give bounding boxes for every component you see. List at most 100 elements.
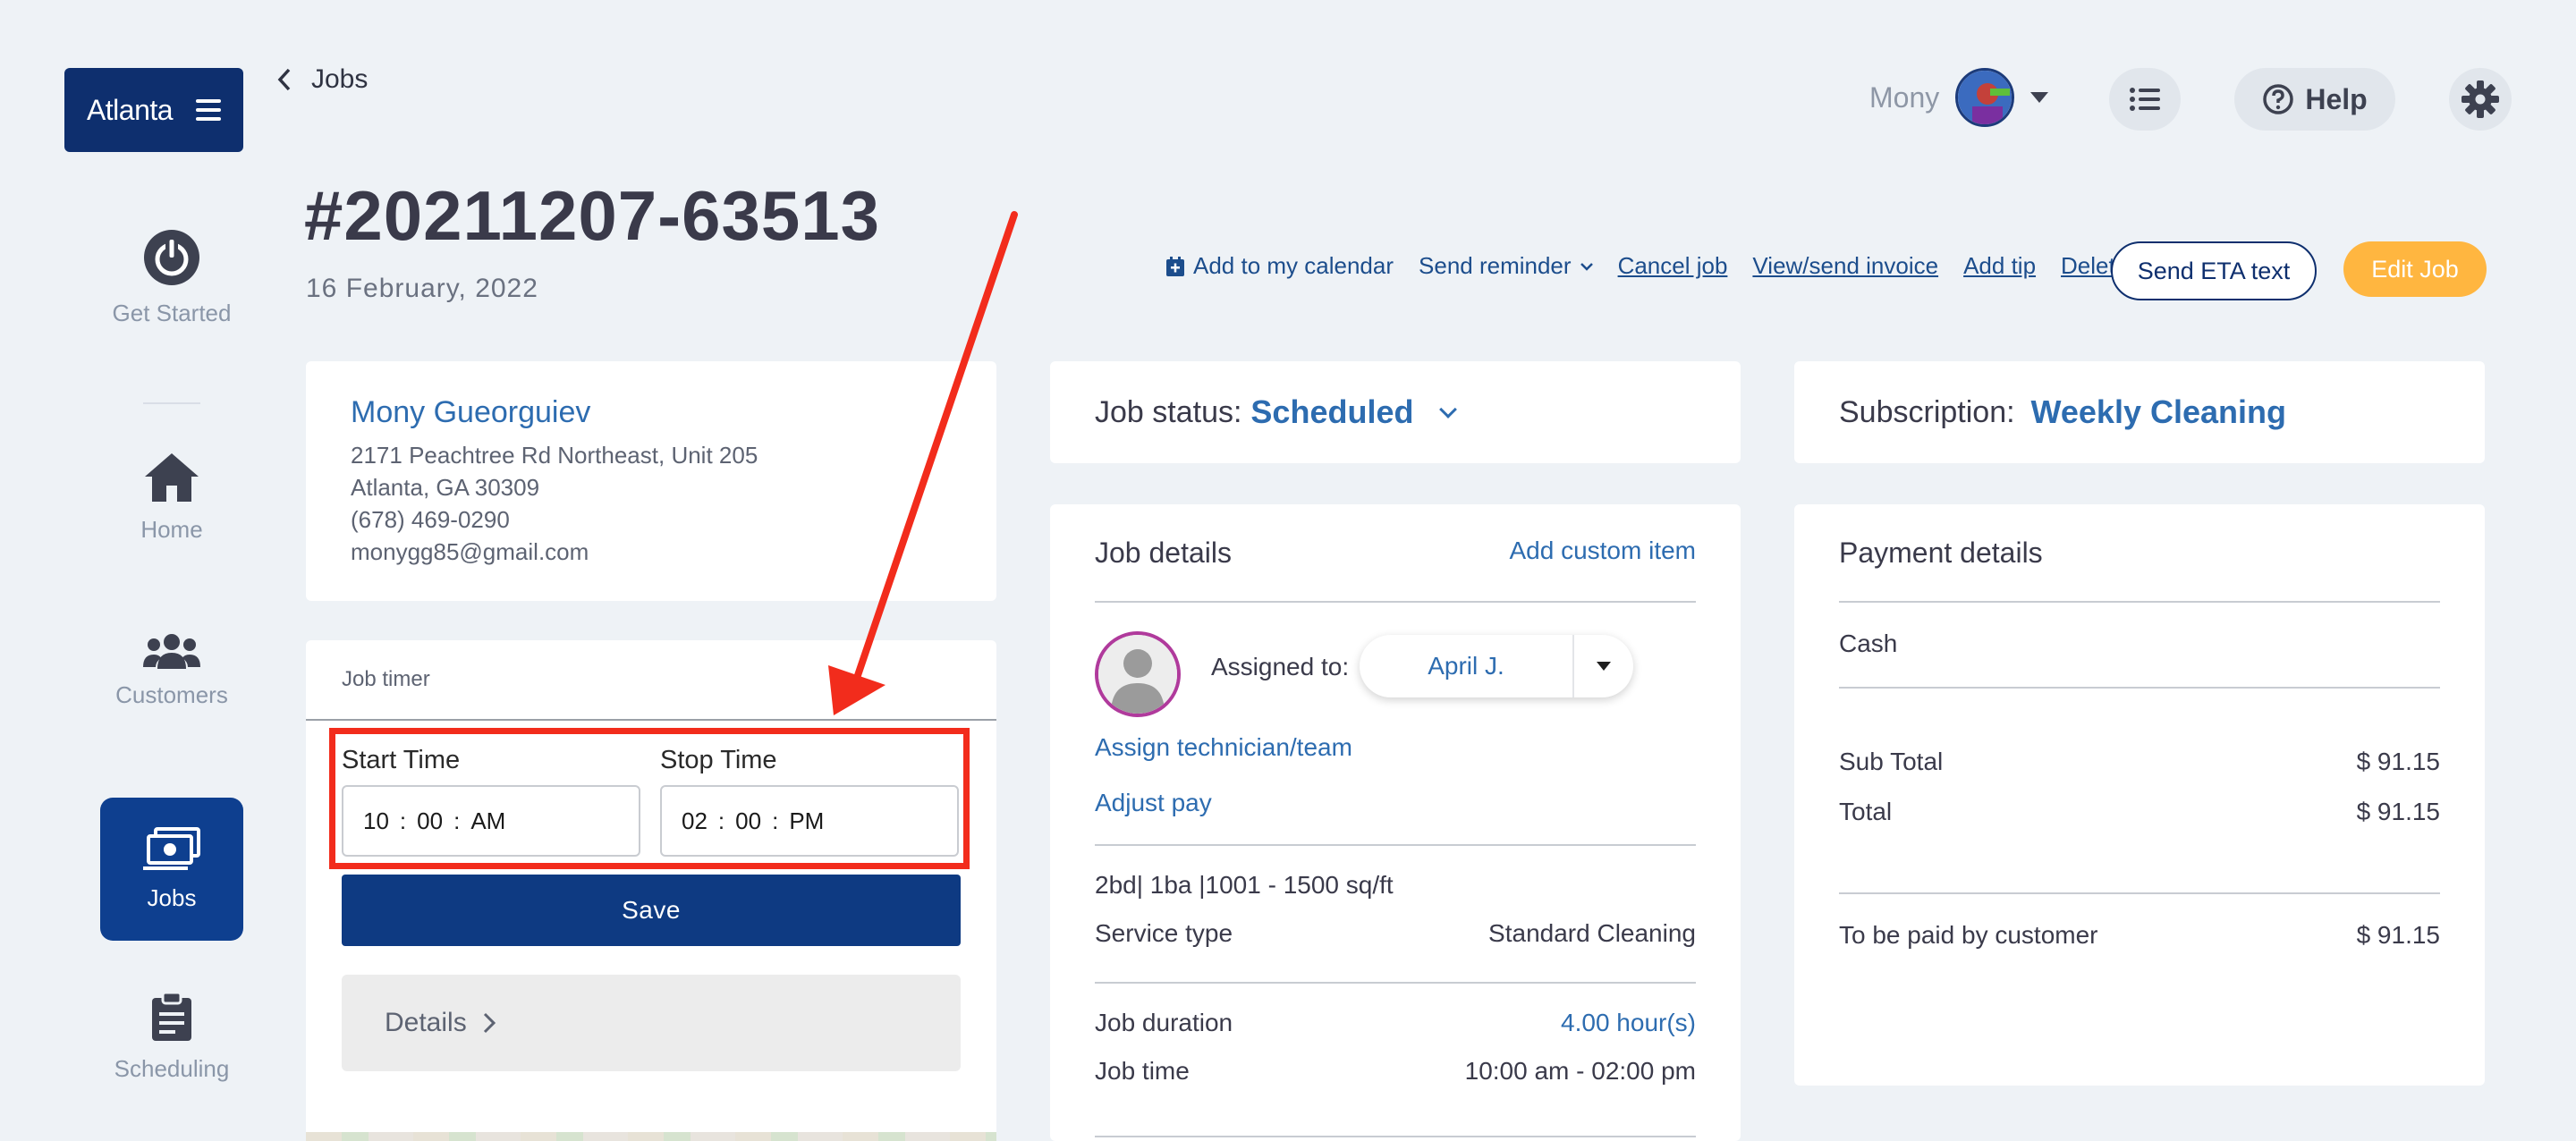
- sidebar-item-label: Home: [140, 515, 203, 543]
- customer-email: monygg85@gmail.com: [351, 538, 589, 565]
- hamburger-icon: [196, 99, 222, 121]
- divider: [1095, 601, 1696, 603]
- map-preview: [306, 1132, 996, 1141]
- add-tip-link[interactable]: Add tip: [1963, 252, 2036, 280]
- subscription-row: Subscription: Weekly Cleaning: [1839, 393, 2286, 431]
- assign-technician-link[interactable]: Assign technician/team: [1095, 733, 1352, 762]
- help-button[interactable]: Help: [2234, 68, 2395, 131]
- stop-time-input[interactable]: 02: 00: PM: [660, 785, 959, 857]
- sidebar-item-home[interactable]: Home: [100, 426, 243, 569]
- sidebar-item-label: Get Started: [112, 299, 232, 326]
- money-icon: [143, 826, 200, 870]
- add-custom-item-link[interactable]: Add custom item: [1509, 537, 1696, 565]
- job-date: 16 February, 2022: [306, 274, 538, 303]
- customer-address-line2: Atlanta, GA 30309: [351, 474, 540, 501]
- service-type-label: Service type: [1095, 919, 1233, 947]
- send-eta-button[interactable]: Send ETA text: [2111, 241, 2317, 300]
- assignee-dropdown-toggle[interactable]: [1572, 635, 1633, 697]
- technician-avatar: [1095, 631, 1181, 717]
- start-time-ampm[interactable]: AM: [470, 807, 505, 835]
- job-time-label: Job time: [1095, 1057, 1190, 1085]
- assignee-name: April J.: [1428, 652, 1504, 680]
- back-to-jobs-link[interactable]: Jobs: [277, 64, 368, 95]
- subtotal-row: Sub Total $ 91.15: [1839, 748, 2440, 776]
- start-time-minute[interactable]: 00: [417, 807, 443, 835]
- time-separator: :: [399, 807, 407, 834]
- divider: [1095, 844, 1696, 846]
- brand-name: Atlanta: [86, 93, 174, 126]
- user-name: Mony: [1869, 80, 1940, 114]
- sidebar-item-get-started[interactable]: Get Started: [100, 206, 243, 349]
- sidebar-item-label: Customers: [115, 680, 228, 708]
- subscription-value[interactable]: Weekly Cleaning: [2031, 393, 2286, 431]
- customer-card: Mony Gueorguiev 2171 Peachtree Rd Northe…: [306, 361, 996, 601]
- payment-method: Cash: [1839, 630, 1898, 657]
- job-status-dropdown[interactable]: Job status: Scheduled: [1095, 393, 1458, 431]
- job-duration-label: Job duration: [1095, 1009, 1233, 1036]
- divider: [1839, 601, 2440, 603]
- sidebar-item-customers[interactable]: Customers: [100, 599, 243, 742]
- sidebar-item-jobs[interactable]: Jobs: [100, 798, 243, 941]
- stop-time-minute[interactable]: 00: [735, 807, 761, 835]
- sidebar-divider: [143, 402, 200, 404]
- stop-time-ampm[interactable]: PM: [789, 807, 824, 835]
- start-time-input[interactable]: 10: 00: AM: [342, 785, 640, 857]
- time-separator: :: [453, 807, 461, 834]
- total-value: $ 91.15: [2356, 798, 2440, 825]
- calendar-icon: [1166, 256, 1184, 276]
- job-duration-row: Job duration 4.00 hour(s): [1095, 1009, 1696, 1037]
- add-to-calendar-link[interactable]: Add to my calendar: [1166, 252, 1394, 280]
- divider: [1095, 982, 1696, 984]
- details-label: Details: [385, 1008, 467, 1037]
- amount-due-row: To be paid by customer $ 91.15: [1839, 921, 2440, 950]
- list-view-button[interactable]: [2109, 68, 2181, 131]
- stop-time-hour[interactable]: 02: [682, 807, 708, 835]
- settings-button[interactable]: [2449, 68, 2512, 131]
- avatar: [1955, 68, 2015, 127]
- adjust-pay-link[interactable]: Adjust pay: [1095, 789, 1212, 817]
- customer-name-link[interactable]: Mony Gueorguiev: [351, 395, 590, 430]
- job-details-card: Job details Add custom item Assigned to:…: [1050, 504, 1741, 1141]
- list-icon: [2130, 88, 2160, 111]
- back-label: Jobs: [311, 64, 369, 94]
- job-actions: Add to my calendar Send reminder Cancel …: [1166, 252, 2165, 280]
- sidebar-item-label: Scheduling: [114, 1054, 230, 1082]
- user-menu[interactable]: Mony: [1869, 68, 2049, 127]
- divider: [306, 719, 996, 721]
- start-time-hour[interactable]: 10: [363, 807, 389, 835]
- chevron-down-icon: [1439, 401, 1458, 418]
- view-invoice-link[interactable]: View/send invoice: [1752, 252, 1938, 280]
- service-type-row: Service type Standard Cleaning: [1095, 919, 1696, 948]
- home-icon: [145, 452, 199, 502]
- assignee-dropdown[interactable]: April J.: [1360, 635, 1633, 697]
- job-status-value: Scheduled: [1250, 393, 1414, 430]
- edit-job-button[interactable]: Edit Job: [2343, 241, 2487, 297]
- sidebar-item-label: Jobs: [147, 883, 197, 911]
- divider: [1839, 687, 2440, 689]
- subscription-card: Subscription: Weekly Cleaning: [1794, 361, 2485, 463]
- brand-menu-button[interactable]: Atlanta: [64, 68, 243, 152]
- sidebar-item-scheduling[interactable]: Scheduling: [100, 966, 243, 1109]
- divider: [1095, 1136, 1696, 1137]
- subtotal-value: $ 91.15: [2356, 748, 2440, 775]
- clipboard-icon: [152, 992, 191, 1041]
- service-type-value: Standard Cleaning: [1488, 919, 1696, 947]
- gear-icon: [2462, 80, 2499, 118]
- customer-address-line1: 2171 Peachtree Rd Northeast, Unit 205: [351, 442, 758, 469]
- job-timer-title: Job timer: [342, 667, 430, 691]
- start-time-label: Start Time: [342, 746, 461, 774]
- amount-due-value: $ 91.15: [2356, 921, 2440, 949]
- save-button[interactable]: Save: [342, 875, 961, 946]
- job-time-row: Job time 10:00 am - 02:00 pm: [1095, 1057, 1696, 1086]
- time-separator: :: [772, 807, 779, 834]
- chevron-left-icon: [277, 68, 291, 91]
- chevron-right-icon: [483, 1012, 496, 1034]
- payment-details-title: Payment details: [1839, 537, 2043, 569]
- time-separator: :: [717, 807, 725, 834]
- job-duration-value[interactable]: 4.00 hour(s): [1561, 1009, 1696, 1037]
- job-status-card: Job status: Scheduled: [1050, 361, 1741, 463]
- caret-down-icon: [1597, 662, 1611, 671]
- details-button[interactable]: Details: [342, 975, 961, 1071]
- send-reminder-dropdown[interactable]: Send reminder: [1419, 252, 1593, 280]
- cancel-job-link[interactable]: Cancel job: [1618, 252, 1728, 280]
